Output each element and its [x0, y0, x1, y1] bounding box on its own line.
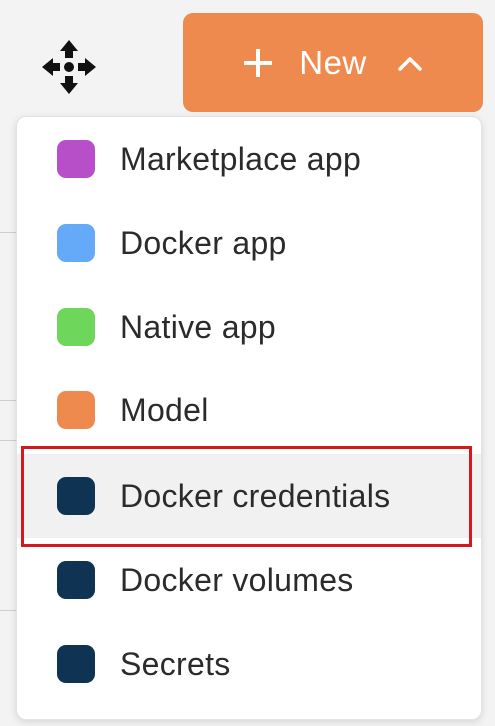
menu-item-label: Secrets [120, 645, 231, 682]
new-button-label: New [299, 43, 367, 81]
menu-item-label: Docker volumes [120, 561, 354, 598]
menu-item-docker-volumes[interactable]: Docker volumes [17, 538, 481, 622]
chevron-up-icon [397, 54, 423, 72]
docker-app-color-icon [57, 224, 95, 262]
background-divider [0, 400, 16, 401]
model-color-icon [57, 391, 95, 429]
move-arrows-icon[interactable] [40, 38, 98, 96]
menu-item-native-app[interactable]: Native app [17, 285, 481, 369]
menu-item-docker-credentials[interactable]: Docker credentials [17, 454, 481, 538]
menu-item-model[interactable]: Model [17, 368, 481, 452]
background-divider [0, 440, 16, 441]
background-divider [0, 232, 16, 233]
menu-item-secrets[interactable]: Secrets [17, 622, 481, 706]
menu-item-docker-app[interactable]: Docker app [17, 201, 481, 285]
background-divider [0, 610, 16, 611]
menu-item-label: Marketplace app [120, 140, 362, 177]
new-button[interactable]: New [183, 13, 483, 112]
docker-volumes-color-icon [57, 561, 95, 599]
plus-icon [243, 48, 273, 78]
docker-credentials-color-icon [57, 477, 95, 515]
menu-item-label: Model [120, 391, 209, 428]
native-app-color-icon [57, 308, 95, 346]
menu-item-label: Docker app [120, 224, 287, 261]
marketplace-app-color-icon [57, 140, 95, 178]
new-dropdown-menu: Marketplace app Docker app Native app Mo… [16, 116, 482, 720]
menu-item-marketplace-app[interactable]: Marketplace app [17, 117, 481, 201]
secrets-color-icon [57, 645, 95, 683]
menu-item-label: Native app [120, 308, 276, 345]
menu-item-label: Docker credentials [120, 477, 391, 514]
